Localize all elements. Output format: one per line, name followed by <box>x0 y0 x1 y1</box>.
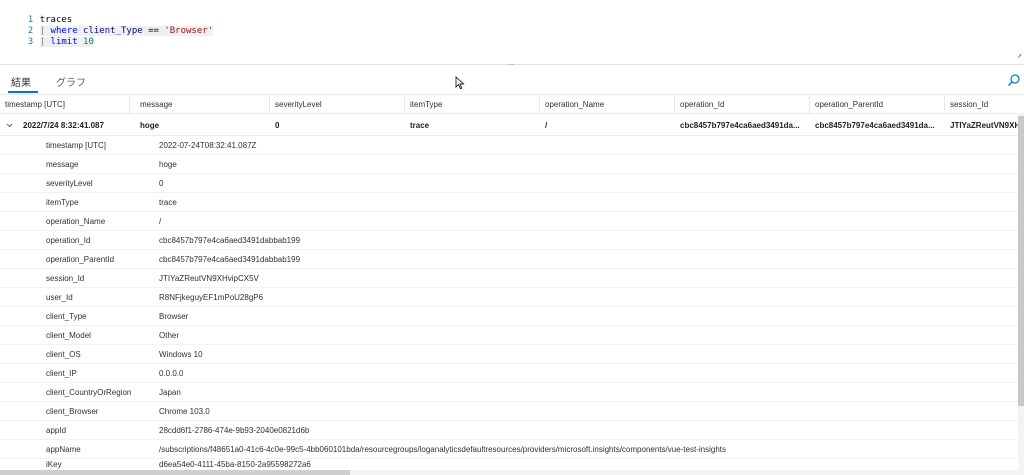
detail-value[interactable]: 2022-07-24T08:32:41.087Z <box>159 136 256 155</box>
results-tabs: 結果 グラフ <box>0 68 1024 94</box>
detail-key: operation_Id <box>46 236 91 245</box>
column-header-session-id[interactable]: session_Id <box>945 95 1024 114</box>
column-header-operation-name[interactable]: operation_Name <box>540 95 675 114</box>
detail-row-user-id: user_Id R8NFjkeguyEF1mPoU28gP6 <box>0 288 1018 307</box>
detail-row-client-model: client_Model Other <box>0 326 1018 345</box>
detail-key: itemType <box>46 198 79 207</box>
scrollbar-thumb[interactable] <box>0 470 350 475</box>
detail-row-session-id: session_Id JTIYaZReutVN9XHvipCX5V <box>0 269 1018 288</box>
grid-header: timestamp [UTC] message severityLevel it… <box>0 94 1024 114</box>
cell-severity-level: 0 <box>275 121 280 130</box>
detail-key: operation_ParentId <box>46 255 115 264</box>
code-line-1[interactable]: 1 traces <box>0 4 73 25</box>
detail-row-client-ip: client_IP 0.0.0.0 <box>0 364 1018 383</box>
detail-key: session_Id <box>46 274 85 283</box>
code-line-2[interactable]: 2 | where client_Type == 'Browser' <box>0 15 214 36</box>
detail-value[interactable]: 28cdd6f1-2786-474e-9b93-2040e0821d6b <box>159 421 309 440</box>
pipe-operator: | <box>39 37 46 47</box>
splitter-handle[interactable]: ... <box>508 60 514 67</box>
cell-session-id: JTIYaZReutVN9XH... <box>950 121 1018 130</box>
detail-key: severityLevel <box>46 179 93 188</box>
detail-key: client_IP <box>46 369 77 378</box>
detail-value[interactable]: hoge <box>159 155 177 174</box>
detail-key: appId <box>46 426 67 435</box>
mouse-pointer-icon <box>455 76 465 90</box>
detail-row-severity-level: severityLevel 0 <box>0 174 1018 193</box>
equals-operator: == <box>148 26 159 36</box>
detail-value[interactable]: Japan <box>159 383 181 402</box>
detail-row-operation-name: operation_Name / <box>0 212 1018 231</box>
detail-key: user_Id <box>46 293 73 302</box>
query-editor[interactable]: 1 traces 2 | where client_Type == 'Browser… <box>0 0 1024 64</box>
column-header-message[interactable]: message <box>135 95 270 114</box>
detail-value[interactable]: Browser <box>159 307 188 326</box>
detail-key: client_Type <box>46 312 87 321</box>
detail-key: message <box>46 160 79 169</box>
tab-results[interactable]: 結果 <box>11 74 31 89</box>
column-header-operation-id[interactable]: operation_Id <box>675 95 810 114</box>
active-tab-indicator <box>8 91 38 93</box>
detail-value[interactable]: 0 <box>159 174 163 193</box>
detail-value[interactable]: cbc8457b797e4ca6aed3491dabbab199 <box>159 250 300 269</box>
detail-value[interactable]: 0.0.0.0 <box>159 364 183 383</box>
cell-item-type: trace <box>410 121 430 130</box>
detail-key: client_Browser <box>46 407 99 416</box>
keyword-limit: limit <box>50 37 78 47</box>
cell-operation-id: cbc8457b797e4ca6aed3491da... <box>680 121 800 130</box>
tab-chart[interactable]: グラフ <box>56 74 86 89</box>
detail-row-client-browser: client_Browser Chrome 103.0 <box>0 402 1018 421</box>
cell-message: hoge <box>140 121 160 130</box>
chevron-down-icon[interactable] <box>6 122 13 129</box>
search-icon[interactable] <box>1007 73 1021 87</box>
detail-value[interactable]: Windows 10 <box>159 345 203 364</box>
detail-value[interactable]: cbc8457b797e4ca6aed3491dabbab199 <box>159 231 300 250</box>
detail-row-app-id: appId 28cdd6f1-2786-474e-9b93-2040e0821d6… <box>0 421 1018 440</box>
scrollbar-thumb[interactable] <box>1018 116 1024 406</box>
column-header-timestamp[interactable]: timestamp [UTC] <box>0 95 130 114</box>
detail-row-message: message hoge <box>0 155 1018 174</box>
detail-row-client-os: client_OS Windows 10 <box>0 345 1018 364</box>
detail-value[interactable]: R8NFjkeguyEF1mPoU28gP6 <box>159 288 263 307</box>
detail-row-operation-parent-id: operation_ParentId cbc8457b797e4ca6aed349… <box>0 250 1018 269</box>
detail-row-client-country: client_CountryOrRegion Japan <box>0 383 1018 402</box>
cell-operation-name: / <box>545 121 548 130</box>
line-number: 3 <box>27 37 34 47</box>
table-row[interactable]: 2022/7/24 8:32:41.087 hoge 0 trace / cbc… <box>0 115 1024 136</box>
detail-value[interactable]: Other <box>159 326 179 345</box>
vertical-scrollbar[interactable] <box>1018 113 1024 475</box>
detail-key: client_Model <box>46 331 91 340</box>
horizontal-scrollbar[interactable] <box>0 470 1018 475</box>
detail-row-operation-id: operation_Id cbc8457b797e4ca6aed3491dabba… <box>0 231 1018 250</box>
string-literal: 'Browser' <box>164 26 214 36</box>
detail-row-item-type: itemType trace <box>0 193 1018 212</box>
column-header-operation-parent-id[interactable]: operation_ParentId <box>810 95 945 114</box>
cell-operation-parent-id: cbc8457b797e4ca6aed3491da... <box>815 121 935 130</box>
detail-value[interactable]: Chrome 103.0 <box>159 402 210 421</box>
pop-out-icon[interactable]: ↗ <box>1017 51 1022 60</box>
detail-key: timestamp [UTC] <box>46 141 107 150</box>
detail-value[interactable]: / <box>159 212 161 231</box>
detail-value[interactable]: trace <box>159 193 177 212</box>
detail-row-client-type: client_Type Browser <box>0 307 1018 326</box>
detail-row-timestamp: timestamp [UTC] 2022-07-24T08:32:41.087Z <box>0 136 1018 155</box>
column-header-severity-level[interactable]: severityLevel <box>270 95 405 114</box>
detail-key: client_OS <box>46 350 81 359</box>
results-grid: timestamp [UTC] message severityLevel it… <box>0 94 1024 475</box>
detail-key: operation_Name <box>46 217 106 226</box>
cell-timestamp: 2022/7/24 8:32:41.087 <box>23 121 104 130</box>
detail-key: client_CountryOrRegion <box>46 388 132 397</box>
column-header-item-type[interactable]: itemType <box>405 95 540 114</box>
code-line-3[interactable]: 3 | limit 10 <box>0 26 94 47</box>
number-literal: 10 <box>83 37 94 47</box>
detail-value[interactable]: JTIYaZReutVN9XHvipCX5V <box>159 269 259 288</box>
